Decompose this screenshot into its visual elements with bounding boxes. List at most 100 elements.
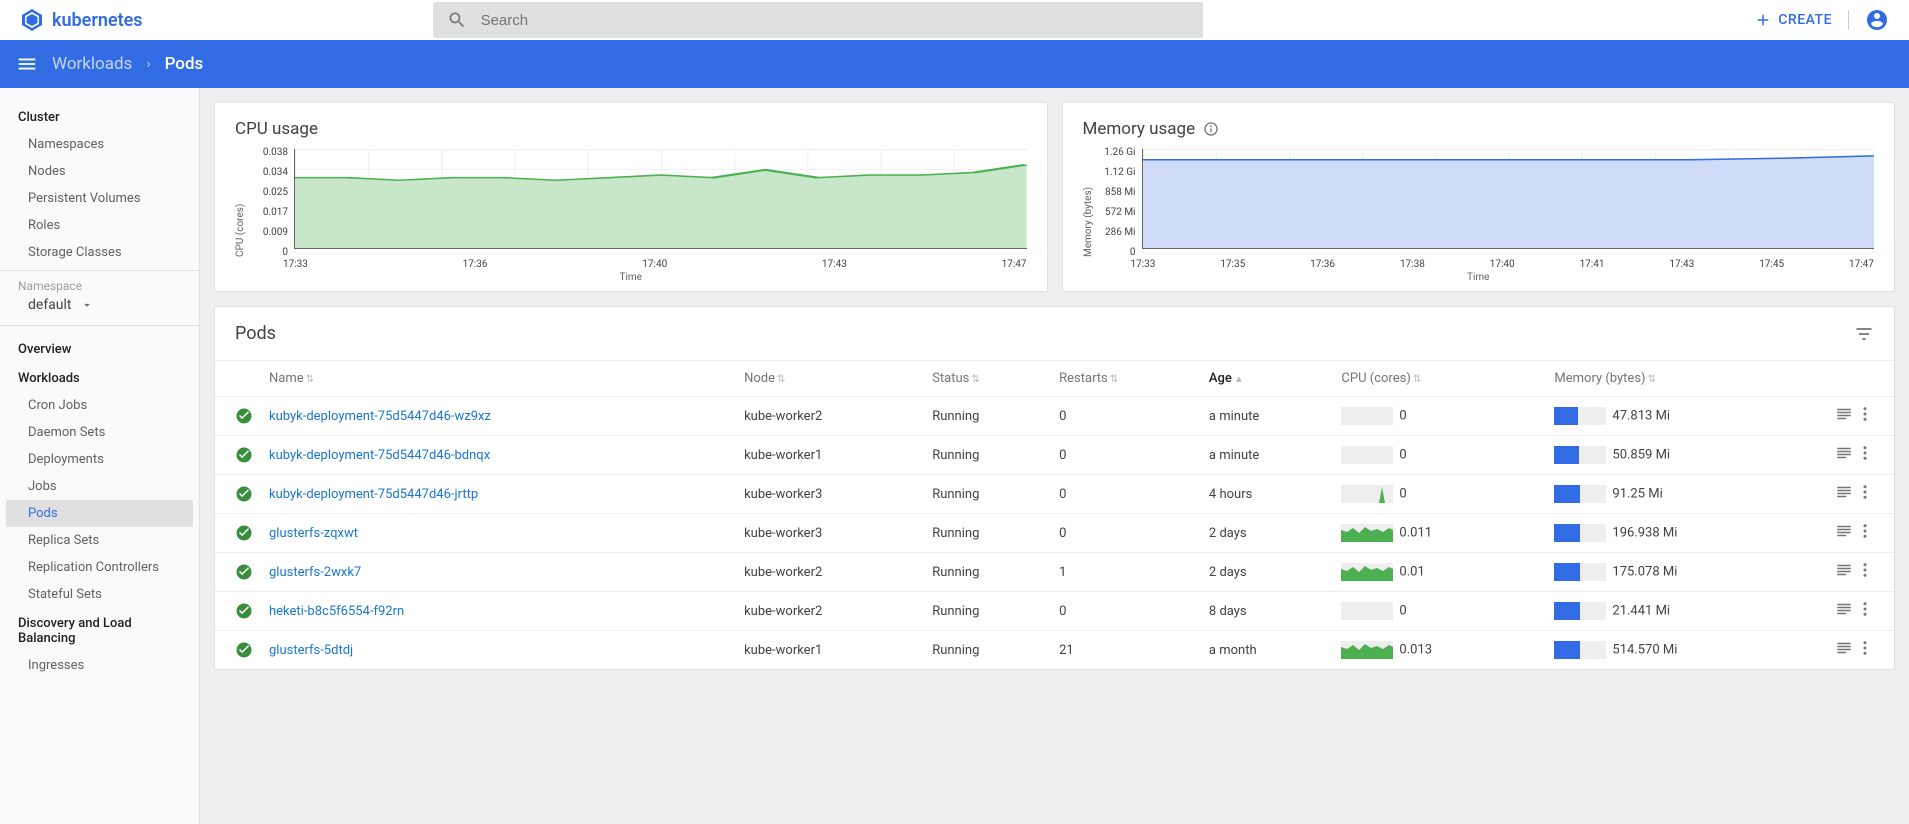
pod-memory: 47.813 Mi <box>1546 397 1824 436</box>
sidebar-item-deployments[interactable]: Deployments <box>0 446 199 473</box>
filter-icon[interactable] <box>1854 324 1874 344</box>
header-actions: CREATE <box>1754 8 1889 32</box>
logs-icon[interactable] <box>1835 405 1853 423</box>
pod-restarts: 21 <box>1051 631 1201 670</box>
pod-node: kube-worker2 <box>736 397 924 436</box>
logs-icon[interactable] <box>1835 600 1853 618</box>
divider <box>1848 10 1849 30</box>
more-icon[interactable] <box>1856 522 1874 540</box>
sidebar-item-cron-jobs[interactable]: Cron Jobs <box>0 392 199 419</box>
chevron-right-icon: › <box>146 56 150 72</box>
more-icon[interactable] <box>1856 405 1874 423</box>
pod-restarts: 0 <box>1051 592 1201 631</box>
pod-cpu: 0.013 <box>1333 631 1546 670</box>
memory-chart-plot <box>1142 149 1875 249</box>
search-box[interactable] <box>433 2 1203 38</box>
pod-node: kube-worker2 <box>736 592 924 631</box>
logs-icon[interactable] <box>1835 561 1853 579</box>
memory-xlabel: Time <box>1083 272 1875 283</box>
sidebar-overview[interactable]: Overview <box>0 334 199 363</box>
logs-icon[interactable] <box>1835 444 1853 462</box>
search-input[interactable] <box>481 12 1189 29</box>
pods-title: Pods <box>235 323 276 344</box>
pod-link[interactable]: kubyk-deployment-75d5447d46-bdnqx <box>269 448 490 463</box>
plus-icon <box>1754 11 1772 29</box>
pod-cpu: 0 <box>1333 436 1546 475</box>
pod-status: Running <box>924 475 1051 514</box>
more-icon[interactable] <box>1856 483 1874 501</box>
menu-icon[interactable] <box>16 53 38 75</box>
pod-restarts: 0 <box>1051 514 1201 553</box>
main-content: CPU usage CPU (cores) 0.0380.0340.0250.0… <box>200 88 1909 824</box>
info-icon[interactable] <box>1203 121 1219 137</box>
namespace-value: default <box>28 297 72 313</box>
pod-age: 2 days <box>1201 553 1334 592</box>
column-name[interactable]: Name⇅ <box>261 361 736 397</box>
pod-status: Running <box>924 397 1051 436</box>
more-icon[interactable] <box>1856 600 1874 618</box>
pod-link[interactable]: glusterfs-5dtdj <box>269 643 353 658</box>
sidebar-group-workloads: Workloads <box>0 363 199 392</box>
sidebar-item-replication-controllers[interactable]: Replication Controllers <box>0 554 199 581</box>
namespace-label: Namespace <box>0 270 199 295</box>
sidebar-item-ingresses[interactable]: Ingresses <box>0 652 199 679</box>
memory-ylabel: Memory (bytes) <box>1083 149 1094 257</box>
sidebar-item-namespaces[interactable]: Namespaces <box>0 131 199 158</box>
status-running-icon <box>235 641 253 659</box>
search-icon <box>447 10 467 30</box>
sidebar-item-jobs[interactable]: Jobs <box>0 473 199 500</box>
kubernetes-icon <box>20 8 44 32</box>
pod-memory: 175.078 Mi <box>1546 553 1824 592</box>
cpu-ylabel: CPU (cores) <box>235 149 246 257</box>
create-button[interactable]: CREATE <box>1754 11 1832 29</box>
pod-memory: 514.570 Mi <box>1546 631 1824 670</box>
account-icon[interactable] <box>1865 8 1889 32</box>
brand-logo[interactable]: kubernetes <box>20 8 143 32</box>
more-icon[interactable] <box>1856 444 1874 462</box>
cpu-chart-card: CPU usage CPU (cores) 0.0380.0340.0250.0… <box>214 102 1048 292</box>
column-restarts[interactable]: Restarts⇅ <box>1051 361 1201 397</box>
pod-link[interactable]: glusterfs-zqxwt <box>269 526 358 541</box>
sidebar-item-stateful-sets[interactable]: Stateful Sets <box>0 581 199 608</box>
brand-text: kubernetes <box>52 10 143 31</box>
pod-link[interactable]: heketi-b8c5f6554-f92rn <box>269 604 404 619</box>
pod-link[interactable]: glusterfs-2wxk7 <box>269 565 361 580</box>
logs-icon[interactable] <box>1835 639 1853 657</box>
chevron-down-icon <box>80 298 94 312</box>
pod-age: a minute <box>1201 436 1334 475</box>
sidebar-item-nodes[interactable]: Nodes <box>0 158 199 185</box>
logs-icon[interactable] <box>1835 483 1853 501</box>
pods-table: Name⇅Node⇅Status⇅Restarts⇅Age▲CPU (cores… <box>215 361 1894 669</box>
pod-link[interactable]: kubyk-deployment-75d5447d46-wz9xz <box>269 409 491 424</box>
pod-memory: 21.441 Mi <box>1546 592 1824 631</box>
status-running-icon <box>235 563 253 581</box>
memory-chart-card: Memory usage Memory (bytes) 1.26 Gi1.12 … <box>1062 102 1896 292</box>
logs-icon[interactable] <box>1835 522 1853 540</box>
breadcrumb-parent[interactable]: Workloads <box>52 54 132 74</box>
column-memory-bytes-[interactable]: Memory (bytes)⇅ <box>1546 361 1824 397</box>
app-header: kubernetes CREATE <box>0 0 1909 40</box>
more-icon[interactable] <box>1856 561 1874 579</box>
pod-age: 8 days <box>1201 592 1334 631</box>
sidebar-group-discovery: Discovery and Load Balancing <box>0 608 199 652</box>
namespace-select[interactable]: default <box>0 295 199 326</box>
sidebar-item-pods[interactable]: Pods <box>6 500 193 527</box>
column-age[interactable]: Age▲ <box>1201 361 1334 397</box>
column-node[interactable]: Node⇅ <box>736 361 924 397</box>
sidebar-item-storage-classes[interactable]: Storage Classes <box>0 239 199 266</box>
more-icon[interactable] <box>1856 639 1874 657</box>
sidebar-item-daemon-sets[interactable]: Daemon Sets <box>0 419 199 446</box>
table-row: glusterfs-5dtdjkube-worker1Running21a mo… <box>215 631 1894 670</box>
column-status[interactable]: Status⇅ <box>924 361 1051 397</box>
pod-cpu: 0 <box>1333 397 1546 436</box>
pod-cpu: 0 <box>1333 592 1546 631</box>
status-running-icon <box>235 407 253 425</box>
sidebar-item-persistent-volumes[interactable]: Persistent Volumes <box>0 185 199 212</box>
pod-memory: 91.25 Mi <box>1546 475 1824 514</box>
sidebar-item-roles[interactable]: Roles <box>0 212 199 239</box>
pod-restarts: 0 <box>1051 475 1201 514</box>
pod-link[interactable]: kubyk-deployment-75d5447d46-jrttp <box>269 487 478 502</box>
sidebar-item-replica-sets[interactable]: Replica Sets <box>0 527 199 554</box>
pod-status: Running <box>924 631 1051 670</box>
column-cpu-cores-[interactable]: CPU (cores)⇅ <box>1333 361 1546 397</box>
